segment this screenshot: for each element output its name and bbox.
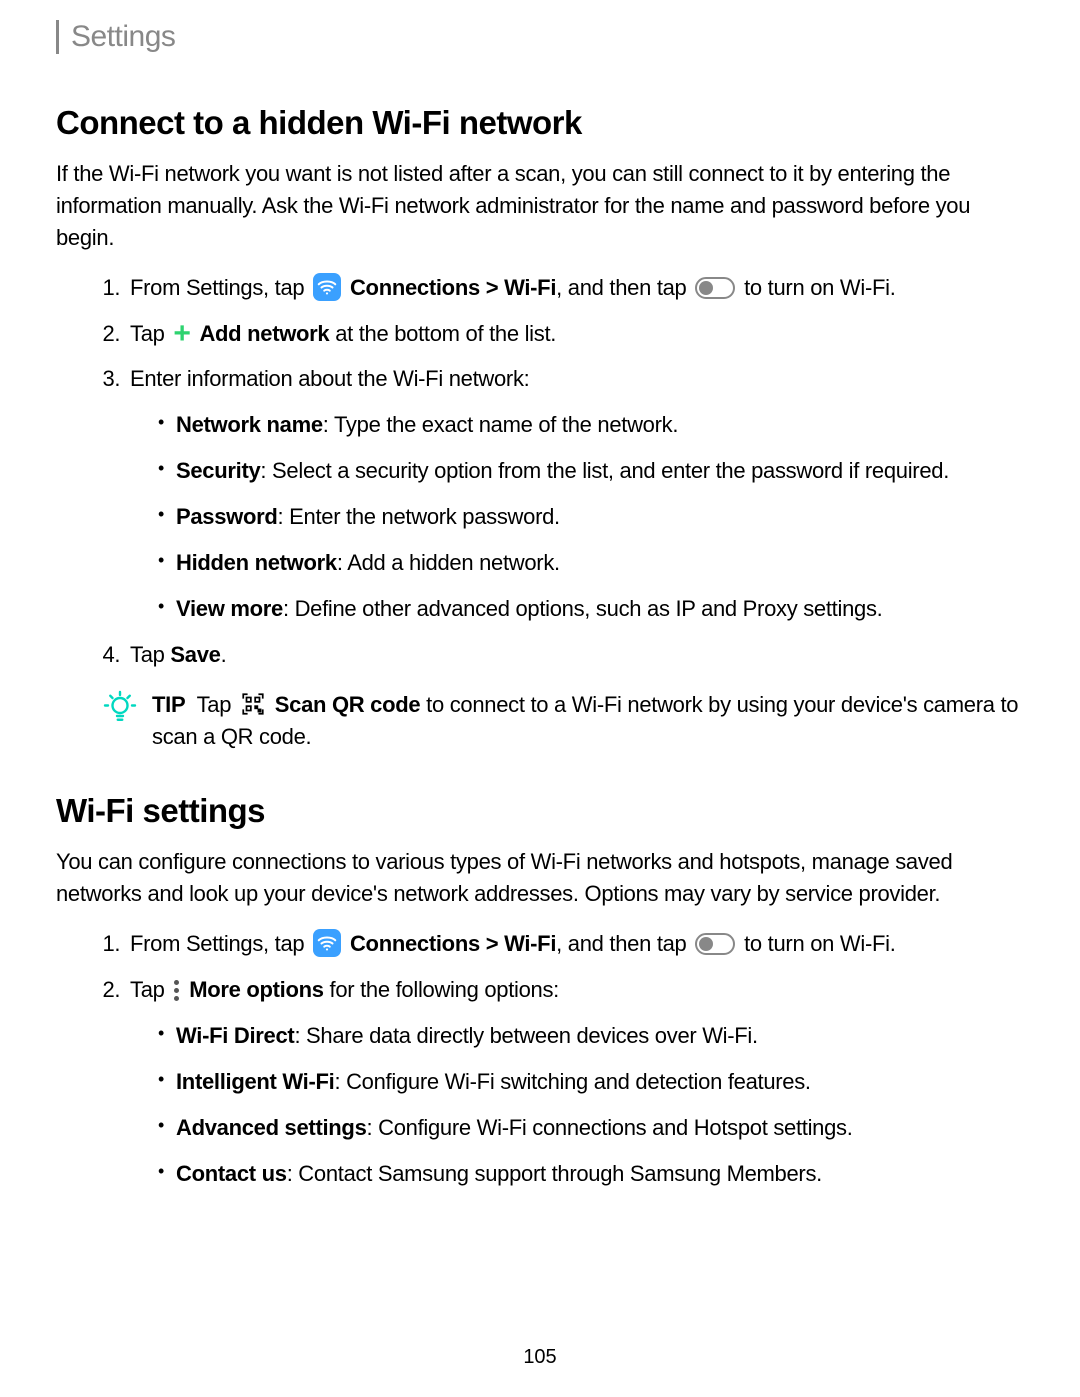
section2-intro: You can configure connections to various… (56, 846, 1024, 910)
text: : Configure Wi-Fi switching and detectio… (334, 1069, 810, 1094)
text: at the bottom of the list. (335, 321, 556, 346)
tip-text: TIP Tap Scan QR code to connect to a Wi-… (152, 689, 1024, 753)
text: Tap (197, 692, 232, 717)
label: Advanced settings (176, 1115, 367, 1140)
label: Contact us (176, 1161, 287, 1186)
sub-password: Password: Enter the network password. (158, 501, 1024, 533)
text: to turn on Wi-Fi. (744, 275, 895, 300)
step-1: From Settings, tap Connections > Wi-Fi, … (126, 928, 1024, 960)
text: Tap (130, 977, 165, 1002)
text: for the following options: (330, 977, 559, 1002)
bold-text: More options (189, 977, 324, 1002)
text: Tap (130, 642, 170, 667)
section1-steps: From Settings, tap Connections > Wi-Fi, … (56, 272, 1024, 671)
connections-icon (313, 929, 341, 957)
text: Tap (130, 321, 165, 346)
bold-text: Connections > Wi-Fi (350, 275, 556, 300)
text: , and then tap (556, 931, 686, 956)
sub-hidden-network: Hidden network: Add a hidden network. (158, 547, 1024, 579)
qr-code-icon (240, 691, 266, 717)
text: : Define other advanced options, such as… (283, 596, 883, 621)
header-title: Settings (71, 20, 1024, 54)
bold-text: Connections > Wi-Fi (350, 931, 556, 956)
text: : Add a hidden network. (337, 550, 560, 575)
step-3: Enter information about the Wi-Fi networ… (126, 363, 1024, 624)
text: . (221, 642, 227, 667)
sub-security: Security: Select a security option from … (158, 455, 1024, 487)
label: Wi-Fi Direct (176, 1023, 294, 1048)
sub-intelligent-wifi: Intelligent Wi-Fi: Configure Wi-Fi switc… (158, 1066, 1024, 1098)
label: Network name (176, 412, 323, 437)
text: From Settings, tap (130, 275, 304, 300)
section-heading-wifi-settings: Wi-Fi settings (56, 792, 1024, 830)
toggle-off-icon (695, 277, 735, 299)
page-number: 105 (0, 1346, 1080, 1369)
text: : Select a security option from the list… (260, 458, 949, 483)
section1-intro: If the Wi-Fi network you want is not lis… (56, 158, 1024, 254)
step-2: Tap More options for the following optio… (126, 974, 1024, 1189)
step-1: From Settings, tap Connections > Wi-Fi, … (126, 272, 1024, 304)
section2-steps: From Settings, tap Connections > Wi-Fi, … (56, 928, 1024, 1189)
text: : Configure Wi-Fi connections and Hotspo… (367, 1115, 853, 1140)
step2-sublist: Wi-Fi Direct: Share data directly betwee… (130, 1020, 1024, 1190)
sub-view-more: View more: Define other advanced options… (158, 593, 1024, 625)
section-heading-hidden-wifi: Connect to a hidden Wi-Fi network (56, 104, 1024, 142)
tip-block: TIP Tap Scan QR code to connect to a Wi-… (56, 689, 1024, 753)
label: Intelligent Wi-Fi (176, 1069, 334, 1094)
bold-text: Add network (199, 321, 329, 346)
sub-contact-us: Contact us: Contact Samsung support thro… (158, 1158, 1024, 1190)
step-4: Tap Save. (126, 639, 1024, 671)
more-options-icon (174, 980, 179, 1001)
sub-network-name: Network name: Type the exact name of the… (158, 409, 1024, 441)
connections-icon (313, 273, 341, 301)
tip-label: TIP (152, 692, 185, 717)
text: Enter information about the Wi-Fi networ… (130, 366, 529, 391)
text: : Contact Samsung support through Samsun… (287, 1161, 822, 1186)
sub-wifi-direct: Wi-Fi Direct: Share data directly betwee… (158, 1020, 1024, 1052)
bold-text: Save (170, 642, 220, 667)
label: Hidden network (176, 550, 337, 575)
label: Security (176, 458, 260, 483)
lightbulb-icon (102, 689, 138, 753)
toggle-off-icon (695, 933, 735, 955)
sub-advanced-settings: Advanced settings: Configure Wi-Fi conne… (158, 1112, 1024, 1144)
text: From Settings, tap (130, 931, 304, 956)
page-header: Settings (56, 20, 1024, 54)
label: View more (176, 596, 283, 621)
text: , and then tap (556, 275, 686, 300)
text: to turn on Wi-Fi. (744, 931, 895, 956)
step-2: Tap + Add network at the bottom of the l… (126, 318, 1024, 350)
step3-sublist: Network name: Type the exact name of the… (130, 409, 1024, 624)
bold-text: Scan QR code (275, 692, 421, 717)
text: : Enter the network password. (278, 504, 560, 529)
text: : Type the exact name of the network. (323, 412, 678, 437)
text: : Share data directly between devices ov… (294, 1023, 757, 1048)
label: Password (176, 504, 278, 529)
